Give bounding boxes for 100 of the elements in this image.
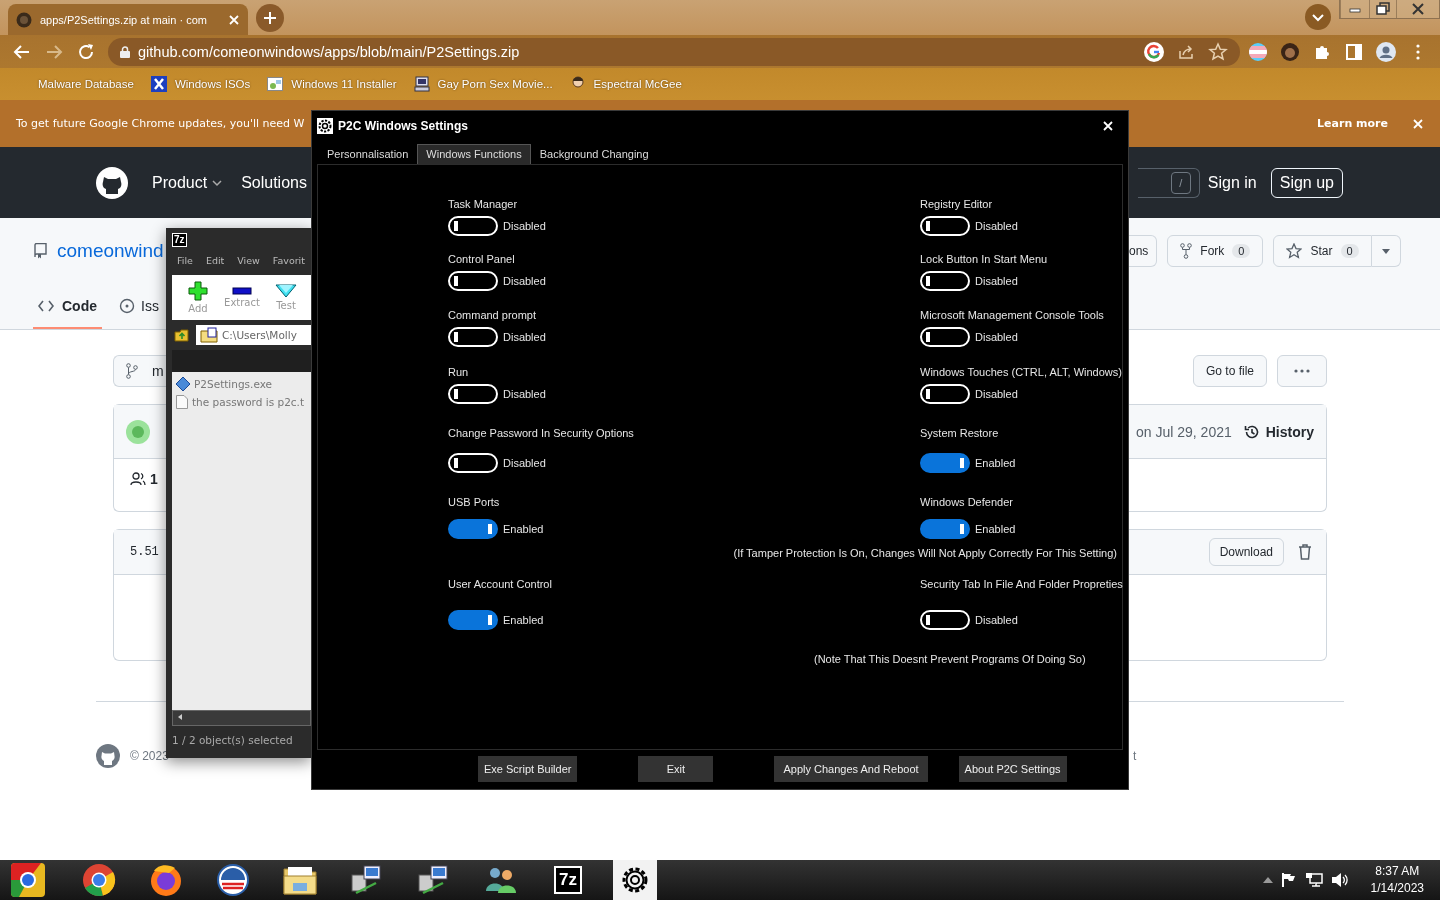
toggle-state: Enabled: [503, 523, 544, 535]
footer-link[interactable]: t: [1133, 749, 1137, 763]
update-message: To get future Google Chrome updates, you'll need W: [16, 117, 305, 130]
toggle-state: Disabled: [503, 275, 546, 287]
globe-icon: [16, 11, 32, 28]
menu-item[interactable]: View: [237, 255, 260, 272]
fox-browser-icon: [149, 863, 183, 897]
dialog-button[interactable]: Exe Script Builder: [478, 756, 578, 782]
taskbar-button[interactable]: 7z: [540, 860, 596, 900]
lock-icon: [120, 45, 130, 58]
toggle-switch[interactable]: [448, 519, 498, 539]
circle-logo-icon: [217, 864, 249, 896]
star-count: 0: [1340, 244, 1359, 258]
menu-item[interactable]: Edit: [205, 255, 225, 272]
avatar-icon[interactable]: [1280, 41, 1300, 62]
side-panel-icon[interactable]: [1344, 41, 1364, 62]
toggle-state: Disabled: [503, 457, 546, 469]
shortcut-key: /: [1170, 171, 1191, 194]
star-icon[interactable]: [1208, 41, 1228, 62]
repo-tab[interactable]: Iss: [114, 285, 159, 329]
toggle-state: Disabled: [503, 220, 546, 232]
contributors-count[interactable]: 1: [150, 471, 158, 487]
browser-tab[interactable]: apps/P2Settings.zip at main · com: [8, 4, 248, 35]
tab[interactable]: Windows Functions: [417, 144, 531, 164]
trash-icon[interactable]: [1298, 544, 1312, 560]
diamond-icon: [176, 377, 190, 391]
clock[interactable]: 8:37 AM 1/14/2023: [1370, 863, 1424, 897]
profile-icon[interactable]: [1376, 41, 1396, 62]
setting-label: USB Ports: [448, 495, 500, 509]
download-button[interactable]: Download: [1208, 538, 1284, 566]
path-field[interactable]: C:\Users\Molly: [196, 325, 311, 345]
browser-icon: [82, 863, 116, 897]
sign-up-button[interactable]: Sign up: [1270, 167, 1343, 198]
setting-label: Control Panel: [448, 252, 515, 266]
flag-icon[interactable]: [1280, 872, 1297, 888]
minus-icon: [232, 287, 252, 295]
logo-icon: [96, 744, 120, 768]
app-logo: 7z: [172, 233, 187, 247]
repo-tab[interactable]: Code: [33, 285, 102, 329]
actions-button[interactable]: ons: [1129, 235, 1158, 267]
dialog-button[interactable]: About P2C Settings: [958, 756, 1067, 782]
computer-icon: [417, 863, 451, 897]
file-size: 5.51: [130, 545, 159, 559]
code-icon: [38, 300, 54, 312]
fork-button[interactable]: Fork 0: [1167, 235, 1264, 267]
sign-in-link[interactable]: Sign in: [1207, 173, 1257, 192]
toggle-switch[interactable]: [920, 519, 970, 539]
branch-icon: [126, 363, 138, 379]
nav-menu-item[interactable]: Solutions: [241, 173, 307, 192]
search-field[interactable]: /: [1137, 167, 1200, 198]
browser-icon: [11, 863, 45, 897]
users-icon: [484, 865, 518, 895]
avatar-icon: [126, 419, 150, 444]
setting-label: Security Tab In File And Folder Propreties: [920, 577, 1123, 591]
toggle-state: Disabled: [975, 614, 1018, 626]
speaker-icon[interactable]: [1330, 872, 1349, 888]
setting-note: (Note That This Doesnt Prevent Programs Of Doing So): [814, 652, 1086, 666]
folder-up-icon[interactable]: [174, 327, 190, 343]
archive-folder-icon: [200, 327, 218, 343]
repo-name-link[interactable]: comeonwind: [57, 240, 164, 262]
setting-label: Windows Touches (CTRL, ALT, Windows): [920, 365, 1122, 379]
dialog-button[interactable]: Exit: [638, 756, 714, 782]
learn-more-link[interactable]: Learn more: [1317, 117, 1388, 130]
toggle-state: Disabled: [975, 331, 1018, 343]
history-link[interactable]: History: [1243, 423, 1314, 440]
window-title: P2C Windows Settings: [338, 119, 468, 133]
archive-entry[interactable]: the password is p2c.t: [172, 393, 311, 411]
image-icon: [267, 76, 284, 92]
nav-menu-item[interactable]: Product: [152, 173, 224, 192]
setting-label: Change Password In Security Options: [448, 426, 634, 440]
toggle-state: Enabled: [975, 457, 1016, 469]
document-icon: [176, 395, 188, 409]
network-icon[interactable]: [1304, 872, 1323, 888]
caret-icon: [1381, 248, 1390, 254]
setting-label: Registry Editor: [920, 197, 993, 211]
toggle-switch[interactable]: [920, 453, 970, 473]
plus-icon[interactable]: [256, 4, 284, 32]
issue-icon: [119, 298, 135, 314]
branch-button[interactable]: m: [113, 355, 166, 387]
scrollbar[interactable]: [172, 710, 311, 726]
chevron-down-icon[interactable]: [1305, 4, 1331, 30]
setting-label: Lock Button In Start Menu: [920, 252, 1048, 266]
address-field[interactable]: github.com/comeonwindows/apps/blob/main/P2Settings.zip: [108, 37, 1240, 66]
taskbar-button[interactable]: [613, 860, 657, 900]
setting-label: System Restore: [920, 426, 999, 440]
star-button[interactable]: Star 0: [1273, 235, 1372, 267]
menu-item[interactable]: File: [177, 255, 193, 272]
setting-label: Run: [448, 365, 469, 379]
history-icon: [1243, 423, 1260, 440]
toggle-switch[interactable]: [448, 610, 498, 630]
go-to-file-button[interactable]: Go to file: [1192, 355, 1267, 387]
archive-entry[interactable]: P2Settings.exe: [172, 375, 311, 393]
reload-icon[interactable]: [76, 41, 96, 62]
repo-icon: [33, 243, 47, 259]
status-text: 1 / 2 object(s) selected: [171, 733, 294, 746]
google-icon[interactable]: [1144, 41, 1164, 62]
chevron-up-icon[interactable]: [1262, 877, 1273, 883]
dialog-button[interactable]: Apply Changes And Reboot: [774, 756, 928, 782]
menu-item[interactable]: Favorit: [272, 255, 305, 272]
setting-note: (If Tamper Protection Is On, Changes Will Not Apply Correctly For This Setting): [732, 546, 1118, 560]
